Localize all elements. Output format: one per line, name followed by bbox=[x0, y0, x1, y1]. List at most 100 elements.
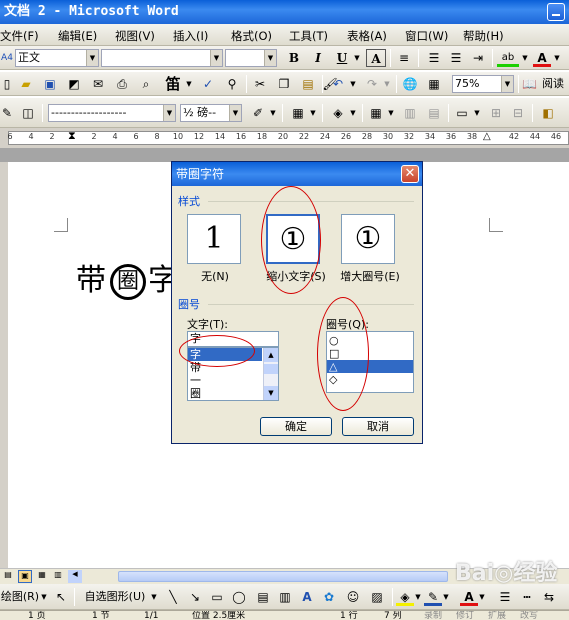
email-icon[interactable]: ✉ bbox=[88, 75, 108, 93]
horizontal-ruler[interactable]: 6 4 2 ⧗ 2 4 6 8 10 12 14 16 18 20 22 24 … bbox=[0, 128, 569, 148]
status-extend[interactable]: 扩展 bbox=[488, 611, 506, 620]
close-icon[interactable]: ✕ bbox=[401, 165, 419, 183]
chevron-down-icon[interactable]: ▼ bbox=[264, 50, 276, 66]
cut-icon[interactable]: ✂ bbox=[250, 75, 270, 93]
list-item[interactable]: 一 bbox=[188, 374, 262, 387]
italic-button[interactable]: I bbox=[308, 49, 328, 67]
styles-pane-icon[interactable]: A4 bbox=[0, 49, 14, 67]
draw-menu-button[interactable]: 绘图(R) bbox=[0, 588, 40, 606]
reading-view-icon[interactable]: ▥ bbox=[52, 570, 64, 583]
border-color-icon[interactable]: ✐ bbox=[248, 104, 268, 122]
dash-style-icon[interactable]: ┅ bbox=[518, 588, 536, 606]
chevron-down-icon[interactable]: ▼ bbox=[210, 50, 222, 66]
menu-help[interactable]: 帮助(H) bbox=[463, 28, 504, 44]
menu-view[interactable]: 视图(V) bbox=[115, 28, 155, 44]
chevron-down-icon[interactable]: ▼ bbox=[352, 49, 362, 67]
menu-format[interactable]: 格式(O) bbox=[231, 28, 272, 44]
scroll-left-icon[interactable]: ◀ bbox=[68, 570, 82, 583]
spelling-icon[interactable]: ✓ bbox=[198, 75, 218, 93]
tables-borders-icon[interactable]: ▦ bbox=[424, 75, 444, 93]
save-icon[interactable]: ▣ bbox=[40, 75, 60, 93]
chevron-down-icon[interactable]: ▼ bbox=[472, 104, 482, 122]
chevron-down-icon[interactable]: ▼ bbox=[150, 588, 158, 606]
char-button[interactable]: 笛 bbox=[162, 75, 184, 93]
border-icon[interactable]: ▦ bbox=[288, 104, 308, 122]
menu-table[interactable]: 表格(A) bbox=[347, 28, 387, 44]
font-size-combo[interactable]: ▼ bbox=[225, 49, 277, 67]
menu-window[interactable]: 窗口(W) bbox=[405, 28, 448, 44]
vertical-textbox-icon[interactable]: ▥ bbox=[276, 588, 294, 606]
menu-edit[interactable]: 编辑(E) bbox=[58, 28, 97, 44]
picture-icon[interactable]: ▨ bbox=[368, 588, 386, 606]
list-item[interactable]: 圈 bbox=[188, 387, 262, 400]
research-icon[interactable]: ⚲ bbox=[222, 75, 242, 93]
chevron-down-icon[interactable]: ▼ bbox=[386, 104, 396, 122]
undo-icon[interactable]: ↶ bbox=[328, 75, 348, 93]
paste-icon[interactable]: ▤ bbox=[298, 75, 318, 93]
right-indent-marker-icon[interactable]: △ bbox=[483, 131, 491, 142]
numbering-icon[interactable]: ☰ bbox=[424, 49, 444, 67]
font-color-button[interactable]: A bbox=[533, 49, 551, 67]
chevron-down-icon[interactable]: ▼ bbox=[268, 104, 278, 122]
chevron-down-icon[interactable]: ▼ bbox=[184, 75, 194, 93]
style-enlarge-symbol-option[interactable]: ① bbox=[341, 214, 395, 264]
chevron-down-icon[interactable]: ▼ bbox=[229, 105, 241, 121]
menu-insert[interactable]: 插入(I) bbox=[173, 28, 208, 44]
zoom-combo[interactable]: 75% ▼ bbox=[452, 75, 514, 93]
style-combo[interactable]: 正文 ▼ bbox=[15, 49, 99, 67]
line-weight-combo[interactable]: ½ 磅-- ▼ bbox=[180, 104, 242, 122]
select-objects-icon[interactable]: ↖ bbox=[52, 588, 70, 606]
normal-view-icon[interactable]: ▤ bbox=[2, 570, 14, 583]
distribute-columns-icon[interactable]: ⊟ bbox=[508, 104, 528, 122]
chevron-down-icon[interactable]: ▼ bbox=[348, 75, 358, 93]
print-view-icon[interactable]: ▦ bbox=[36, 570, 48, 583]
bullets-icon[interactable]: ☰ bbox=[446, 49, 466, 67]
insert-table-icon[interactable]: ▦ bbox=[366, 104, 386, 122]
chevron-down-icon[interactable]: ▼ bbox=[86, 50, 98, 66]
indent-icon[interactable]: ⇥ bbox=[468, 49, 488, 67]
copy-icon[interactable]: ❐ bbox=[274, 75, 294, 93]
arrow-icon[interactable]: ↘ bbox=[186, 588, 204, 606]
chevron-down-icon[interactable]: ▼ bbox=[478, 588, 486, 606]
line-color-icon[interactable]: ✎ bbox=[424, 588, 442, 606]
status-track-changes[interactable]: 修订 bbox=[456, 611, 474, 620]
scroll-thumb[interactable] bbox=[264, 364, 278, 374]
scroll-thumb[interactable] bbox=[118, 571, 448, 582]
arrow-style-icon[interactable]: ⇆ bbox=[540, 588, 558, 606]
align-cell-icon[interactable]: ▭ bbox=[452, 104, 472, 122]
scroll-up-icon[interactable]: ▲ bbox=[264, 348, 278, 362]
eraser-icon[interactable]: ◫ bbox=[18, 104, 38, 122]
oval-icon[interactable]: ◯ bbox=[230, 588, 248, 606]
line-style-icon[interactable]: ☰ bbox=[496, 588, 514, 606]
style-none-label[interactable]: 无(N) bbox=[190, 268, 240, 284]
drawing-font-color-icon[interactable]: A bbox=[460, 588, 478, 606]
status-record[interactable]: 录制 bbox=[424, 611, 442, 620]
chevron-down-icon[interactable]: ▼ bbox=[348, 104, 358, 122]
chevron-down-icon[interactable]: ▼ bbox=[308, 104, 318, 122]
line-icon[interactable]: ╲ bbox=[164, 588, 182, 606]
scroll-down-icon[interactable]: ▼ bbox=[264, 386, 278, 400]
split-cells-icon[interactable]: ▤ bbox=[424, 104, 444, 122]
underline-button[interactable]: U bbox=[332, 49, 352, 67]
ok-button[interactable]: 确定 bbox=[260, 417, 332, 436]
new-document-icon[interactable]: ▯ bbox=[0, 75, 14, 93]
menu-file[interactable]: 文件(F) bbox=[0, 28, 39, 44]
line-style-combo[interactable]: ------------------- ▼ bbox=[48, 104, 176, 122]
cancel-button[interactable]: 取消 bbox=[342, 417, 414, 436]
document-text[interactable]: 带圈字 bbox=[76, 255, 178, 300]
chevron-down-icon[interactable]: ▼ bbox=[382, 75, 392, 93]
permission-icon[interactable]: ◩ bbox=[64, 75, 84, 93]
align-justify-icon[interactable]: ≡ bbox=[394, 49, 414, 67]
print-icon[interactable]: ⎙ bbox=[112, 75, 132, 93]
menu-tools[interactable]: 工具(T) bbox=[289, 28, 328, 44]
read-icon[interactable]: 📖 bbox=[522, 75, 537, 93]
scrollbar[interactable]: ▲ ▼ bbox=[263, 348, 278, 400]
dialog-title-bar[interactable]: 带圈字符 ✕ bbox=[172, 162, 422, 186]
distribute-rows-icon[interactable]: ⊞ bbox=[486, 104, 506, 122]
font-combo[interactable]: ▼ bbox=[101, 49, 223, 67]
read-mode-button[interactable]: 阅读 bbox=[538, 75, 568, 93]
char-border-button[interactable]: A bbox=[366, 49, 386, 67]
diagram-icon[interactable]: ✿ bbox=[320, 588, 338, 606]
hyperlink-icon[interactable]: 🌐 bbox=[400, 75, 420, 93]
indent-marker-icon[interactable]: ⧗ bbox=[68, 129, 76, 143]
